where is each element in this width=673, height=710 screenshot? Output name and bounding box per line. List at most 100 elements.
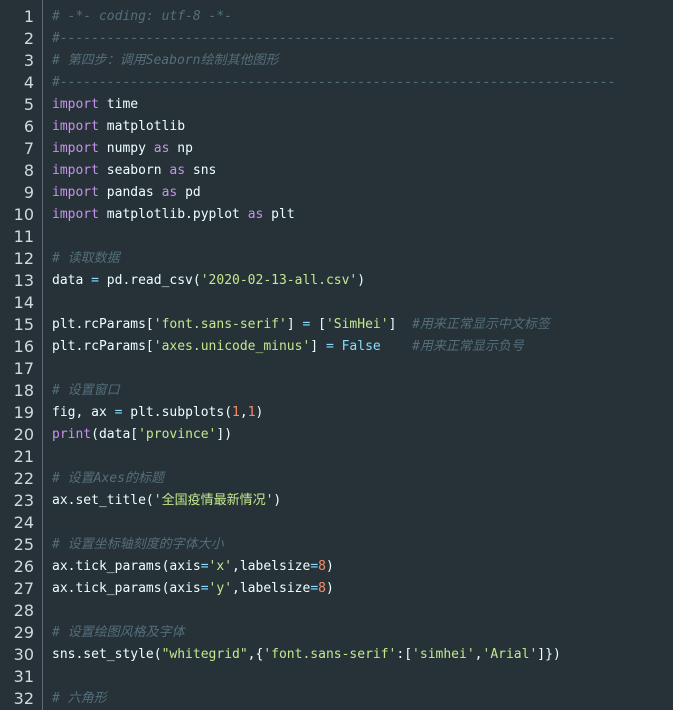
token-number: 1 [232, 405, 240, 420]
code-line[interactable]: 7 import numpy as np [0, 138, 673, 160]
token-plain: plt.subplots( [122, 405, 233, 420]
line-number: 29 [13, 623, 34, 642]
code-text: print(data['province']) [52, 424, 232, 446]
line-number: 3 [23, 51, 34, 70]
token-plain: :[ [396, 647, 413, 662]
line-number: 30 [13, 645, 34, 664]
token-string: 'Arial' [482, 647, 538, 662]
code-line[interactable]: 28 [0, 600, 673, 622]
code-text: import numpy as np [52, 138, 193, 160]
token-plain: plt.rcParams[ [52, 317, 154, 332]
token-string: '全国疫情最新情况' [153, 493, 274, 508]
token-plain: ] [286, 317, 303, 332]
token-plain: data [52, 273, 92, 288]
code-text: # 第四步：调用Seaborn绘制其他图形 [52, 50, 278, 72]
code-line[interactable]: 20 print(data['province']) [0, 424, 673, 446]
token-comment: #用来正常显示中文标签 [412, 317, 550, 332]
token-plain: ax.tick_params(axis [52, 559, 201, 574]
code-line[interactable]: 23 ax.set_title('全国疫情最新情况') [0, 490, 673, 512]
token-keyword: import [52, 97, 99, 112]
code-line[interactable]: 27 ax.tick_params(axis='y',labelsize=8) [0, 578, 673, 600]
code-editor[interactable]: 1 # -*- coding: utf-8 -*- 2 #--------------… [0, 0, 673, 710]
code-line[interactable]: 11 [0, 226, 673, 248]
code-line[interactable]: 26 ax.tick_params(axis='x',labelsize=8) [0, 556, 673, 578]
code-line[interactable]: 31 [0, 666, 673, 688]
code-line[interactable]: 15 plt.rcParams['font.sans-serif'] = ['Si… [0, 314, 673, 336]
line-number: 26 [13, 557, 34, 576]
token-plain: numpy [98, 141, 154, 156]
token-plain: ,{ [247, 647, 264, 662]
code-line[interactable]: 21 [0, 446, 673, 468]
code-line[interactable]: 25 # 设置坐标轴刻度的字体大小 [0, 534, 673, 556]
code-text: import matplotlib [52, 116, 185, 138]
token-keyword: as [161, 185, 178, 200]
code-line[interactable]: 16 plt.rcParams['axes.unicode_minus'] = F… [0, 336, 673, 358]
token-comment: # 设置Axes的标题 [52, 471, 164, 486]
code-text: #---------------------------------------… [52, 28, 616, 50]
token-plain: ax.tick_params(axis [52, 581, 201, 596]
line-number: 25 [13, 535, 34, 554]
code-line[interactable]: 10 import matplotlib.pyplot as plt [0, 204, 673, 226]
token-operator: = [200, 581, 209, 596]
token-plain: plt.rcParams[ [52, 339, 154, 354]
code-text: # 设置绘图风格及字体 [52, 622, 185, 644]
code-line[interactable]: 6 import matplotlib [0, 116, 673, 138]
line-number: 9 [23, 183, 34, 202]
line-number: 24 [13, 513, 34, 532]
line-number: 18 [13, 381, 34, 400]
code-text: ax.tick_params(axis='y',labelsize=8) [52, 578, 334, 600]
token-string: 'SimHei' [325, 317, 389, 332]
code-text: import pandas as pd [52, 182, 201, 204]
token-keyword: as [169, 163, 186, 178]
code-line[interactable]: 19 fig, ax = plt.subplots(1,1) [0, 402, 673, 424]
line-number: 16 [13, 337, 34, 356]
code-line[interactable]: 32 # 六角形 [0, 688, 673, 710]
line-number: 14 [13, 293, 34, 312]
code-line[interactable]: 14 [0, 292, 673, 314]
code-line[interactable]: 17 [0, 358, 673, 380]
line-number: 11 [13, 227, 34, 246]
code-text: plt.rcParams['axes.unicode_minus'] = Fal… [52, 336, 524, 358]
token-plain: np [169, 141, 193, 156]
token-keyword: import [52, 163, 99, 178]
code-line[interactable]: 1 # -*- coding: utf-8 -*- [0, 6, 673, 28]
code-line[interactable]: 2 #--------------------------------------… [0, 28, 673, 50]
code-line[interactable]: 9 import pandas as pd [0, 182, 673, 204]
token-operator: = [91, 273, 99, 288]
token-plain: sns.set_style( [52, 647, 162, 662]
token-number: 8 [318, 559, 326, 574]
token-plain: ) [325, 559, 334, 574]
code-line[interactable]: 30 sns.set_style("whitegrid",{'font.sans-… [0, 644, 673, 666]
token-string: 'x' [208, 559, 233, 574]
token-keyword: print [52, 427, 92, 442]
code-text: ax.tick_params(axis='x',labelsize=8) [52, 556, 334, 578]
token-comment: #用来正常显示负号 [412, 339, 524, 354]
token-string: 'province' [138, 427, 217, 442]
code-line[interactable]: 5 import time [0, 94, 673, 116]
code-line[interactable]: 24 [0, 512, 673, 534]
token-plain: (data[ [91, 427, 139, 442]
code-line[interactable]: 8 import seaborn as sns [0, 160, 673, 182]
code-line[interactable]: 13 data = pd.read_csv('2020-02-13-all.csv… [0, 270, 673, 292]
code-line[interactable]: 4 #--------------------------------------… [0, 72, 673, 94]
token-plain: [ [310, 317, 326, 332]
token-comment: # 设置坐标轴刻度的字体大小 [52, 537, 224, 552]
line-number: 12 [13, 249, 34, 268]
code-text: # 设置坐标轴刻度的字体大小 [52, 534, 224, 556]
code-lines[interactable]: 1 # -*- coding: utf-8 -*- 2 #--------------… [0, 6, 673, 710]
token-string: 'font.sans-serif' [263, 647, 397, 662]
token-plain: pd.read_csv( [98, 273, 201, 288]
token-comment: # 读取数据 [52, 251, 120, 266]
line-number: 2 [23, 29, 34, 48]
code-text: plt.rcParams['font.sans-serif'] = ['SimH… [52, 314, 550, 336]
code-line[interactable]: 12 # 读取数据 [0, 248, 673, 270]
line-number: 15 [13, 315, 34, 334]
code-line[interactable]: 18 # 设置窗口 [0, 380, 673, 402]
code-line[interactable]: 22 # 设置Axes的标题 [0, 468, 673, 490]
line-number: 32 [13, 689, 34, 708]
token-comment: #---------------------------------------… [52, 31, 616, 46]
code-line[interactable]: 29 # 设置绘图风格及字体 [0, 622, 673, 644]
token-plain: ] [388, 317, 413, 332]
code-line[interactable]: 3 # 第四步：调用Seaborn绘制其他图形 [0, 50, 673, 72]
